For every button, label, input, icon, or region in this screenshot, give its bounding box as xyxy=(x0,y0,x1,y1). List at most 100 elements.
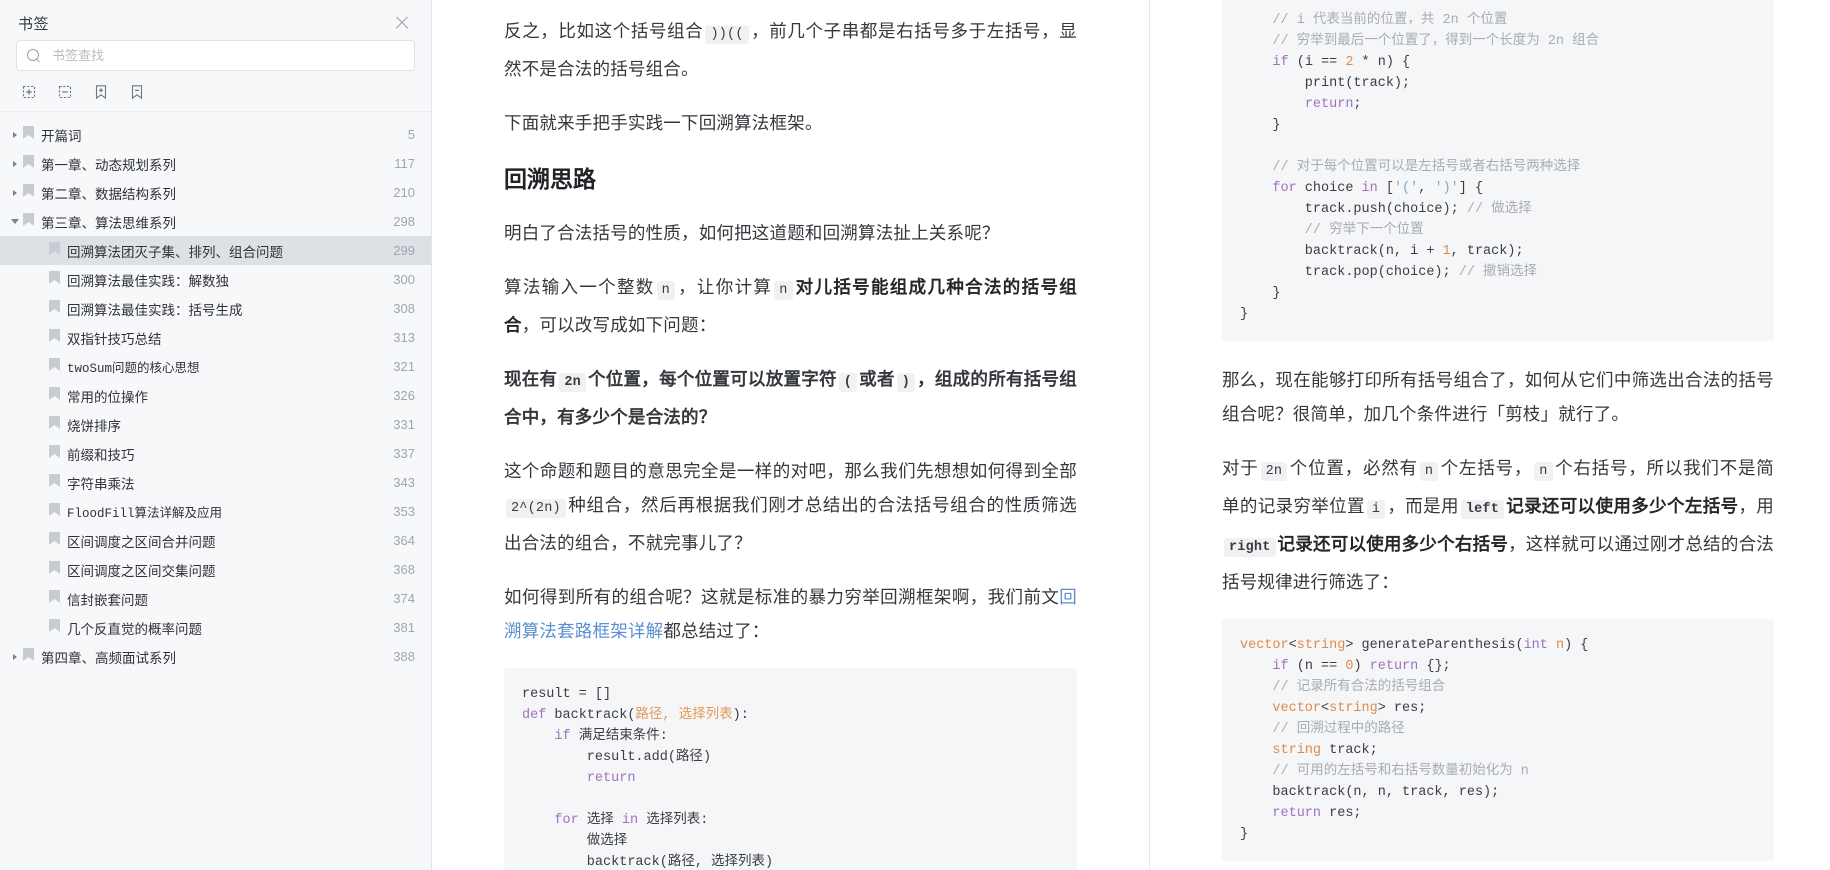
bookmark-row[interactable]: 第二章、数据结构系列210 xyxy=(0,178,431,207)
chevron-right-icon[interactable] xyxy=(8,190,22,196)
bookmark-icon xyxy=(48,328,61,343)
bookmark-icon xyxy=(22,647,41,667)
code-token: string xyxy=(1240,743,1321,758)
bookmark-row[interactable]: 第四章、高频面试系列388 xyxy=(0,642,431,671)
bookmark-row[interactable]: 区间调度之区间合并问题364 xyxy=(0,526,431,555)
bookmark-label: 第三章、算法思维系列 xyxy=(41,212,383,232)
code-token: in xyxy=(1362,181,1386,196)
bookmarks-sidebar: 书签 xyxy=(0,0,432,870)
bookmark-row[interactable]: 几个反直觉的概率问题381 xyxy=(0,613,431,642)
text-run: 都总结过了： xyxy=(663,621,769,641)
add-bookmark-icon[interactable] xyxy=(92,83,110,101)
code-token: def xyxy=(522,708,554,723)
bookmark-label: twoSum问题的核心思想 xyxy=(67,357,383,376)
chevron-right-icon[interactable] xyxy=(8,654,22,660)
code-token: res; xyxy=(1321,806,1362,821)
code-token: } xyxy=(1240,307,1248,322)
bookmark-page-number: 331 xyxy=(393,417,415,432)
chevron-down-icon[interactable] xyxy=(8,219,22,224)
bookmark-row[interactable]: 字符串乘法343 xyxy=(0,468,431,497)
paragraph: 下面就来手把手实践一下回溯算法框架。 xyxy=(504,106,1077,140)
code-token: // 回溯过程中的路径 xyxy=(1240,722,1405,737)
code-token: 满足结束条件: xyxy=(579,729,668,744)
code-token: // 可用的左括号和右括号数量初始化为 n xyxy=(1240,764,1529,779)
bookmark-label: 回溯算法最佳实践：解数独 xyxy=(67,270,383,290)
code-token: // 穷举下一个位置 xyxy=(1240,223,1424,238)
bookmark-icon xyxy=(48,357,61,372)
search-box[interactable] xyxy=(16,40,415,71)
bookmark-row[interactable]: FloodFill算法详解及应用353 xyxy=(0,497,431,526)
bookmark-row[interactable]: 开篇词5 xyxy=(0,120,431,149)
bookmark-row[interactable]: 回溯算法最佳实践：解数独300 xyxy=(0,265,431,294)
bookmark-page-number: 337 xyxy=(393,446,415,461)
paragraph: 明白了合法括号的性质，如何把这道题和回溯算法扯上关系呢？ xyxy=(504,216,1077,250)
bookmark-label: 区间调度之区间合并问题 xyxy=(67,531,383,551)
bookmark-label: 前缀和技巧 xyxy=(67,444,383,464)
code-block-generate-parenthesis: vector<string> generateParenthesis(int n… xyxy=(1222,619,1774,861)
bookmark-icon xyxy=(48,386,61,401)
bookmark-row[interactable]: 回溯算法团灭子集、排列、组合问题299 xyxy=(0,236,431,265)
bookmark-icon xyxy=(48,618,67,638)
code-token: ] { xyxy=(1459,181,1483,196)
chevron-right-icon[interactable] xyxy=(8,161,22,167)
code-token: track; xyxy=(1321,743,1378,758)
close-icon[interactable] xyxy=(391,12,413,34)
bookmark-page-number: 326 xyxy=(393,388,415,403)
code-token: > generateParenthesis( xyxy=(1345,638,1523,653)
bookmark-page-number: 388 xyxy=(393,649,415,664)
bookmark-tree[interactable]: 开篇词5第一章、动态规划系列117第二章、数据结构系列210第三章、算法思维系列… xyxy=(0,112,431,870)
inline-code: n xyxy=(774,281,792,300)
inline-code: left xyxy=(1461,500,1504,519)
code-token: return xyxy=(1272,806,1321,821)
bookmark-row[interactable]: 常用的位操作326 xyxy=(0,381,431,410)
page-title: 书签 xyxy=(18,13,49,34)
bookmark-label: FloodFill算法详解及应用 xyxy=(67,502,383,521)
code-token: n xyxy=(1556,638,1564,653)
bookmark-row[interactable]: 第三章、算法思维系列298 xyxy=(0,207,431,236)
text-run: 个位置，每个位置可以放置字符 xyxy=(588,369,837,389)
code-token: string xyxy=(1297,638,1346,653)
collapse-all-icon[interactable] xyxy=(56,83,74,101)
chevron-right-icon[interactable] xyxy=(8,132,22,138)
text-run: 反之，比如这个括号组合 xyxy=(504,21,703,41)
bookmark-icon xyxy=(48,270,67,290)
code-token: // 做选择 xyxy=(1467,202,1532,217)
bookmark-icon xyxy=(48,473,67,493)
bookmark-icon xyxy=(48,299,61,314)
remove-bookmark-icon[interactable] xyxy=(128,83,146,101)
bookmark-row[interactable]: 烧饼排序331 xyxy=(0,410,431,439)
bookmark-row[interactable]: 前缀和技巧 337 xyxy=(0,439,431,468)
search-input[interactable] xyxy=(50,47,404,64)
bookmark-row[interactable]: 回溯算法最佳实践：括号生成308 xyxy=(0,294,431,323)
code-token: } xyxy=(1240,827,1248,842)
search-icon xyxy=(27,49,41,63)
bookmark-row[interactable]: 第一章、动态规划系列117 xyxy=(0,149,431,178)
code-token: * n) { xyxy=(1353,55,1410,70)
inline-code: 2n xyxy=(559,373,586,392)
code-token xyxy=(1240,806,1272,821)
code-token: 选择 xyxy=(587,813,622,828)
expand-all-icon[interactable] xyxy=(20,83,38,101)
code-token: 1 xyxy=(1443,244,1451,259)
code-token: vector xyxy=(1240,701,1321,716)
bookmark-page-number: 343 xyxy=(393,475,415,490)
code-token: , xyxy=(1418,181,1434,196)
bookmark-icon xyxy=(22,154,35,169)
bookmark-row[interactable]: 区间调度之区间交集问题368 xyxy=(0,555,431,584)
code-token: track.push(choice); xyxy=(1240,202,1467,217)
bookmark-row[interactable]: twoSum问题的核心思想321 xyxy=(0,352,431,381)
bookmark-row[interactable]: 信封嵌套问题374 xyxy=(0,584,431,613)
bookmark-icon xyxy=(22,125,41,145)
code-token: backtrack(n, n, track, res); xyxy=(1240,785,1499,800)
code-token: // 记录所有合法的括号组合 xyxy=(1240,680,1445,695)
bookmark-page-number: 368 xyxy=(393,562,415,577)
code-token: ) xyxy=(703,750,711,765)
section-heading: 回溯思路 xyxy=(504,160,1077,194)
text-run: 现在有 xyxy=(504,369,557,389)
bookmark-label: 回溯算法团灭子集、排列、组合问题 xyxy=(67,241,383,261)
bookmark-icon xyxy=(48,415,61,430)
bookmark-page-number: 210 xyxy=(393,185,415,200)
code-token: print(track); xyxy=(1240,76,1410,91)
text-run: ，用 xyxy=(1738,496,1774,516)
bookmark-row[interactable]: 双指针技巧总结313 xyxy=(0,323,431,352)
